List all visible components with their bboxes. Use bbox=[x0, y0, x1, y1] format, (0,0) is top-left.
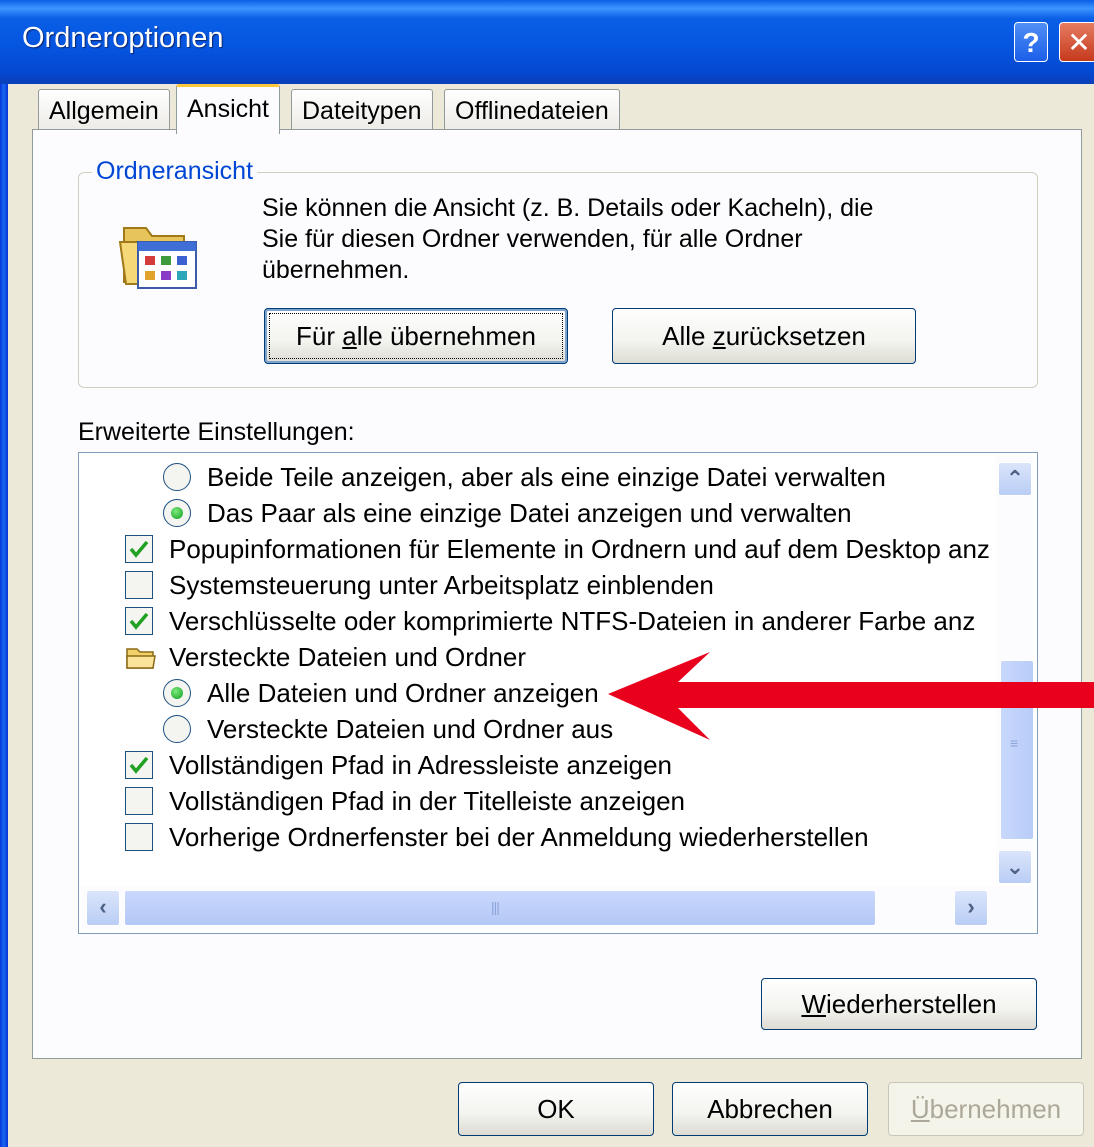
scroll-right-button[interactable]: › bbox=[954, 890, 988, 926]
list-item-label: Das Paar als eine einzige Datei anzeigen… bbox=[207, 498, 852, 528]
button-text: iederherstellen bbox=[825, 989, 997, 1019]
list-item-label: Versteckte Dateien und Ordner aus bbox=[207, 714, 614, 744]
close-icon: ✕ bbox=[1067, 27, 1091, 58]
button-text: Alle bbox=[662, 321, 713, 351]
checkbox-checked[interactable] bbox=[125, 751, 153, 779]
button-text: lle übernehmen bbox=[356, 321, 536, 351]
scroll-up-button[interactable]: ⌃ bbox=[998, 462, 1032, 496]
cancel-button[interactable]: Abbrechen bbox=[672, 1082, 868, 1136]
button-text: Abbrechen bbox=[707, 1094, 833, 1124]
radio-button-checked[interactable] bbox=[163, 499, 191, 527]
list-item-label: Vorherige Ordnerfenster bei der Anmeldun… bbox=[169, 822, 869, 852]
radio-dot-icon bbox=[171, 687, 183, 699]
tab-offlinedateien[interactable]: Offlinedateien bbox=[444, 89, 620, 131]
grip-icon: ||| bbox=[491, 899, 500, 915]
button-accelerator: W bbox=[801, 989, 826, 1019]
tab-dateitypen[interactable]: Dateitypen bbox=[291, 89, 433, 131]
title-bar[interactable]: Ordneroptionen ? ✕ bbox=[0, 0, 1094, 84]
folder-options-window: Ordneroptionen ? ✕ Allgemein Ansicht Dat… bbox=[0, 0, 1094, 1147]
checkbox-unchecked[interactable] bbox=[125, 571, 153, 599]
button-text: bernehmen bbox=[929, 1094, 1062, 1124]
checkbox-checked[interactable] bbox=[125, 607, 153, 635]
horizontal-scroll-thumb[interactable]: ||| bbox=[124, 890, 876, 926]
red-arrow-icon bbox=[608, 652, 1094, 740]
ok-button[interactable]: OK bbox=[458, 1082, 654, 1136]
apply-button[interactable]: Übernehmen bbox=[888, 1082, 1084, 1136]
list-item-label: Verschlüsselte oder komprimierte NTFS-Da… bbox=[169, 606, 976, 636]
checkbox-unchecked[interactable] bbox=[125, 823, 153, 851]
list-item-label: Popupinformationen für Elemente in Ordne… bbox=[169, 534, 990, 564]
description-line: Sie können die Ansicht (z. B. Details od… bbox=[262, 194, 874, 222]
radio-button-unchecked[interactable] bbox=[163, 715, 191, 743]
folder-view-description: Sie können die Ansicht (z. B. Details od… bbox=[262, 193, 962, 286]
tab-label: Dateitypen bbox=[302, 97, 422, 125]
tab-label: Offlinedateien bbox=[455, 97, 609, 125]
button-text: urücksetzen bbox=[725, 321, 866, 351]
button-text: Für bbox=[296, 321, 343, 351]
tab-allgemein[interactable]: Allgemein bbox=[38, 89, 170, 131]
tab-label: Allgemein bbox=[49, 97, 159, 125]
button-text: OK bbox=[537, 1094, 575, 1124]
list-item-label: Alle Dateien und Ordner anzeigen bbox=[207, 678, 599, 708]
close-button[interactable]: ✕ bbox=[1059, 22, 1094, 62]
tab-ansicht[interactable]: Ansicht bbox=[176, 84, 280, 134]
button-accelerator: z bbox=[712, 321, 726, 351]
chevron-up-icon: ⌃ bbox=[1005, 466, 1025, 491]
apply-to-all-folders-button[interactable]: Für alle übernehmen bbox=[264, 308, 568, 364]
checkmark-icon bbox=[129, 612, 149, 630]
window-title: Ordneroptionen bbox=[22, 22, 224, 54]
chevron-down-icon: ⌄ bbox=[1005, 854, 1025, 879]
radio-dot-icon bbox=[171, 507, 183, 519]
restore-defaults-button[interactable]: Wiederherstellen bbox=[761, 978, 1037, 1030]
tab-label: Ansicht bbox=[187, 95, 269, 123]
window-left-border bbox=[0, 0, 8, 1147]
folder-view-group-label: Ordneransicht bbox=[92, 157, 258, 186]
reset-all-folders-button[interactable]: Alle zurücksetzen bbox=[612, 308, 916, 364]
chevron-left-icon: ‹ bbox=[99, 894, 107, 919]
advanced-settings-label: Erweiterte Einstellungen: bbox=[78, 418, 355, 446]
list-item-label: Beide Teile anzeigen, aber als eine einz… bbox=[207, 462, 886, 492]
radio-button-checked[interactable] bbox=[163, 679, 191, 707]
help-icon: ? bbox=[1022, 27, 1040, 58]
list-item-label: Vollständigen Pfad in der Titelleiste an… bbox=[169, 786, 686, 816]
chevron-right-icon: › bbox=[967, 894, 975, 919]
checkbox-unchecked[interactable] bbox=[125, 787, 153, 815]
scroll-down-button[interactable]: ⌄ bbox=[998, 850, 1032, 884]
list-item-label: Versteckte Dateien und Ordner bbox=[169, 642, 526, 672]
list-item-label: Vollständigen Pfad in Adressleiste anzei… bbox=[169, 750, 673, 780]
button-accelerator: Ü bbox=[910, 1094, 930, 1124]
description-line: Sie für diesen Ordner verwenden, für all… bbox=[262, 225, 803, 253]
list-item-label: Systemsteuerung unter Arbeitsplatz einbl… bbox=[169, 570, 714, 600]
description-line: übernehmen. bbox=[262, 256, 410, 284]
checkmark-icon bbox=[129, 756, 149, 774]
folder-view-icon bbox=[118, 227, 197, 289]
checkmark-icon bbox=[129, 540, 149, 558]
scroll-left-button[interactable]: ‹ bbox=[86, 890, 120, 926]
folder-icon bbox=[126, 648, 156, 669]
radio-button-unchecked[interactable] bbox=[163, 463, 191, 491]
help-button[interactable]: ? bbox=[1014, 22, 1048, 62]
checkbox-checked[interactable] bbox=[125, 535, 153, 563]
button-accelerator: a bbox=[342, 321, 357, 351]
